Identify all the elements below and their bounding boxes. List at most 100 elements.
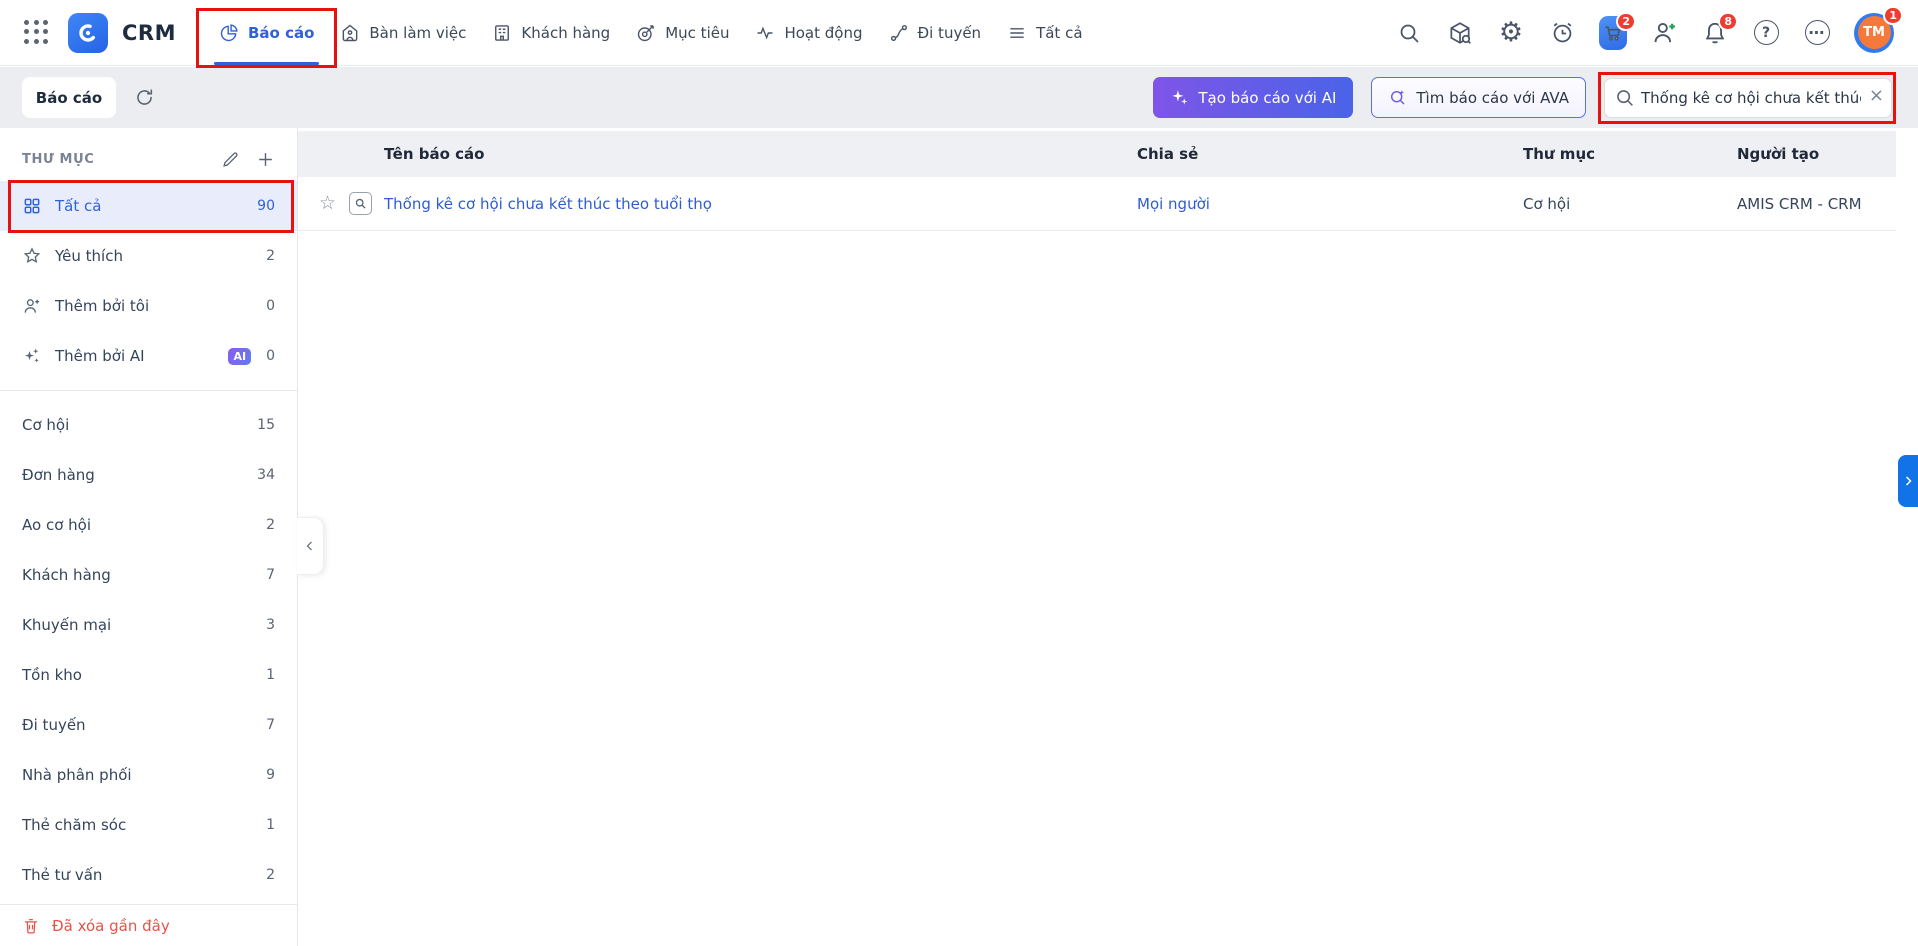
nav-tab-di-tuyen[interactable]: Đi tuyến (876, 0, 995, 65)
help-icon[interactable]: ? (1752, 19, 1780, 47)
sidebar-item-label: Thêm bởi AI (55, 347, 145, 365)
settings-gear-icon[interactable]: ⚙ (1497, 19, 1525, 47)
crm-app-logo[interactable] (68, 12, 108, 53)
sidebar-item-count: 1 (266, 817, 275, 833)
help-glyph: ? (1753, 20, 1779, 45)
sidebar-item-label: Thẻ tư vấn (22, 866, 103, 884)
sidebar-item-count: 7 (266, 567, 275, 583)
sidebar-item-count: 15 (257, 417, 275, 433)
notifications-bell-icon[interactable]: 8 (1701, 11, 1738, 47)
sidebar-item-count: 0 (266, 348, 275, 364)
active-tab-underline (213, 62, 320, 65)
nav-tab-label: Báo cáo (247, 23, 315, 42)
sidebar-item-label: Khách hàng (22, 566, 111, 584)
sidebar-collapse-handle[interactable] (297, 517, 324, 575)
workspace-icon (343, 24, 358, 41)
sidebar-item-don-hang[interactable]: Đơn hàng 34 (0, 450, 297, 500)
sidebar-item-count: 2 (266, 517, 275, 533)
app-launcher-icon[interactable] (24, 19, 50, 46)
ai-sparkles-icon (24, 348, 39, 363)
report-name-link[interactable]: Thống kê cơ hội chưa kết thúc theo tuổi … (384, 195, 712, 213)
nav-tab-khach-hang[interactable]: Khách hàng (479, 0, 623, 65)
sidebar-item-khuyen-mai[interactable]: Khuyến mại 3 (0, 600, 297, 650)
report-search: × (1598, 71, 1896, 124)
sidebar-item-count: 7 (266, 717, 275, 733)
column-header-creator[interactable]: Người tạo (1737, 145, 1896, 163)
sidebar-item-label: Tất cả (55, 197, 102, 215)
star-icon (23, 247, 41, 264)
preview-report-icon[interactable] (349, 192, 373, 215)
ava-search-icon (1391, 89, 1405, 105)
create-report-ai-button[interactable]: Tạo báo cáo với AI (1153, 77, 1354, 118)
table-row[interactable]: ☆ Thống kê cơ hội chưa kết thúc theo tuổ… (298, 177, 1896, 231)
sidebar-item-ao-co-hoi[interactable]: Ao cơ hội 2 (0, 500, 297, 550)
sidebar-item-nha-phan-phoi[interactable]: Nhà phân phối 9 (0, 750, 297, 800)
sidebar-item-label: Khuyến mại (22, 616, 112, 634)
add-user-icon[interactable] (1650, 19, 1678, 47)
ellipsis-glyph: ⋯ (1804, 20, 1830, 45)
sidebar-item-count: 1 (266, 667, 275, 683)
sidebar-item-the-cham-soc[interactable]: Thẻ chăm sóc 1 (0, 800, 297, 850)
sidebar-item-them-boi-toi[interactable]: Thêm bởi tôi 0 (0, 281, 297, 331)
report-tab-button[interactable]: Báo cáo (22, 77, 116, 118)
sidebar-item-count: 2 (266, 867, 275, 883)
recently-deleted-item[interactable]: Đã xóa gần đây (0, 904, 297, 946)
sidebar-item-count: 90 (257, 198, 275, 214)
sidebar-item-label: Thẻ chăm sóc (22, 816, 127, 834)
notifications-badge: 8 (1718, 11, 1738, 31)
nav-tab-hoat-dong[interactable]: Hoạt động (742, 0, 875, 65)
main-nav: Báo cáo Bàn làm việc Khách hàng Mục tiêu (195, 0, 1096, 68)
row-actions: ☆ (298, 192, 384, 215)
nav-tab-label: Mục tiêu (665, 23, 730, 42)
logo-swirl-icon (79, 23, 97, 42)
sidebar-item-yeu-thich[interactable]: Yêu thích 2 (0, 231, 297, 281)
nav-tab-label: Đi tuyến (917, 23, 982, 42)
find-report-ava-button[interactable]: Tìm báo cáo với AVA (1371, 77, 1586, 118)
target-icon (638, 24, 655, 41)
refresh-button[interactable] (134, 87, 155, 108)
sidebar-item-them-boi-ai[interactable]: Thêm bởi AI AI 0 (0, 331, 297, 381)
search-icon[interactable] (1395, 19, 1423, 47)
ai-badge: AI (228, 347, 252, 365)
sidebar-item-tat-ca[interactable]: Tất cả 90 (0, 180, 297, 233)
trash-icon (25, 918, 37, 934)
sidebar-item-count: 2 (266, 248, 275, 264)
sidebar-item-label: Cơ hội (22, 416, 70, 434)
chevron-left-icon (306, 541, 312, 551)
sidebar-item-co-hoi[interactable]: Cơ hội 15 (0, 400, 297, 450)
clear-search-icon[interactable]: × (1869, 85, 1884, 106)
cart-badge: 2 (1616, 11, 1636, 31)
edit-folders-icon[interactable] (221, 150, 240, 169)
table-header-row: Tên báo cáo Chia sẻ Thư mục Người tạo (298, 131, 1896, 177)
alarm-clock-icon[interactable] (1548, 19, 1576, 47)
favorite-star-icon[interactable]: ☆ (319, 194, 336, 213)
sidebar-item-the-tu-van[interactable]: Thẻ tư vấn 2 (0, 850, 297, 900)
nav-tab-muc-tieu[interactable]: Mục tiêu (623, 0, 742, 65)
sidebar-item-label: Yêu thích (55, 247, 123, 265)
sidebar-item-label: Đơn hàng (22, 466, 95, 484)
report-search-input[interactable] (1604, 77, 1892, 118)
column-header-name[interactable]: Tên báo cáo (384, 145, 1137, 163)
sidebar-header: THƯ MỤC (0, 128, 297, 181)
sidebar-title: THƯ MỤC (22, 152, 95, 167)
nav-tab-ban-lam-viec[interactable]: Bàn làm việc (327, 0, 479, 65)
report-folder: Cơ hội (1523, 194, 1571, 213)
right-panel-expand-tab[interactable] (1898, 455, 1918, 507)
store-cart-icon[interactable]: 2 (1599, 11, 1636, 50)
person-add-icon (24, 299, 40, 313)
nav-tab-tat-ca[interactable]: Tất cả (994, 0, 1095, 65)
add-folder-icon[interactable] (256, 150, 275, 169)
column-header-folder[interactable]: Thư mục (1523, 145, 1737, 163)
sidebar-item-di-tuyen[interactable]: Đi tuyến 7 (0, 700, 297, 750)
sidebar-item-khach-hang[interactable]: Khách hàng 7 (0, 550, 297, 600)
sidebar-item-ton-kho[interactable]: Tồn kho 1 (0, 650, 297, 700)
column-header-share[interactable]: Chia sẻ (1137, 145, 1523, 163)
report-creator: AMIS CRM - CRM (1737, 194, 1862, 213)
user-avatar[interactable]: TM 1 (1854, 5, 1903, 53)
more-options-icon[interactable]: ⋯ (1803, 19, 1831, 47)
report-share-link[interactable]: Mọi người (1137, 195, 1210, 213)
sidebar-item-count: 0 (266, 298, 275, 314)
nav-tab-label: Khách hàng (521, 23, 611, 42)
product-search-icon[interactable] (1446, 19, 1474, 47)
nav-tab-bao-cao[interactable]: Báo cáo (195, 0, 338, 68)
